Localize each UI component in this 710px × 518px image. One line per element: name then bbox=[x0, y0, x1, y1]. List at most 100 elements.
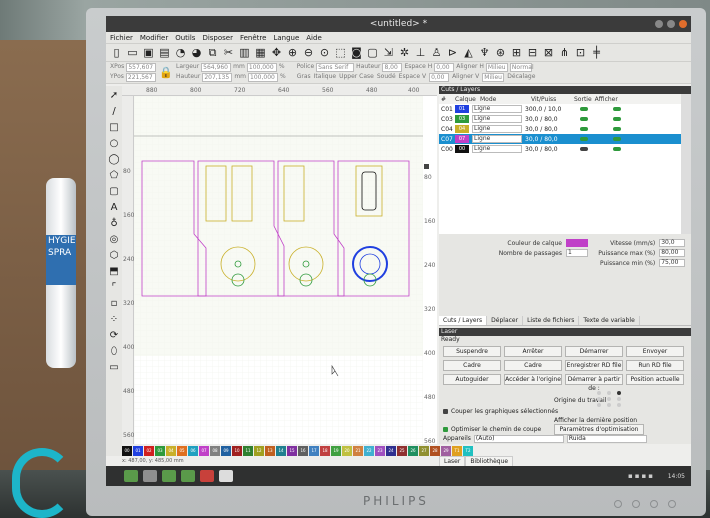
move-icon[interactable]: ✥ bbox=[270, 46, 283, 59]
speed-field[interactable]: 30,0 bbox=[659, 239, 685, 247]
redo-icon[interactable]: ◕ bbox=[190, 46, 203, 59]
width-field[interactable]: 564,960 bbox=[201, 63, 232, 72]
new-icon[interactable]: ▯ bbox=[110, 46, 123, 59]
palette-swatch[interactable]: 25 bbox=[397, 446, 407, 456]
send-button[interactable]: Envoyer bbox=[626, 346, 684, 357]
menu-outils[interactable]: Outils bbox=[175, 34, 195, 42]
zoom-fit-icon[interactable]: ⊙ bbox=[318, 46, 331, 59]
origin-dot[interactable] bbox=[617, 403, 621, 407]
layer-mode-select[interactable]: Ligne bbox=[472, 105, 522, 113]
tab-deplacer[interactable]: Déplacer bbox=[487, 316, 524, 325]
go-origin-button[interactable]: Accéder à l'origine bbox=[504, 374, 562, 385]
paste-icon[interactable]: ▥ bbox=[238, 46, 251, 59]
palette-swatch[interactable]: 14 bbox=[276, 446, 286, 456]
select-arrow-icon[interactable]: ➚ bbox=[108, 90, 120, 102]
palette-swatch[interactable]: T1 bbox=[452, 446, 462, 456]
autoguide-button[interactable]: Autoguider bbox=[443, 374, 501, 385]
palette-swatch[interactable]: 02 bbox=[144, 446, 154, 456]
grid-icon[interactable]: ⊞ bbox=[510, 46, 523, 59]
send-icon[interactable]: ⇲ bbox=[382, 46, 395, 59]
delete-icon[interactable]: ▦ bbox=[254, 46, 267, 59]
palette-swatch[interactable]: 05 bbox=[177, 446, 187, 456]
frame-button[interactable]: Cadre bbox=[443, 360, 501, 371]
stop-button[interactable]: Arrêter bbox=[504, 346, 562, 357]
origin-dot-selected[interactable] bbox=[617, 391, 621, 395]
show-toggle[interactable] bbox=[613, 107, 621, 111]
show-toggle[interactable] bbox=[613, 117, 621, 121]
minimize-button[interactable] bbox=[655, 20, 663, 28]
palette-swatch[interactable]: 21 bbox=[353, 446, 363, 456]
palette-swatch[interactable]: 07 bbox=[199, 446, 209, 456]
width-pct-field[interactable]: 100,000 bbox=[246, 63, 277, 72]
show-last-label[interactable]: Afficher la dernière position bbox=[554, 417, 637, 424]
origin-dot[interactable] bbox=[597, 397, 601, 401]
align-icon[interactable]: ⊥ bbox=[414, 46, 427, 59]
option-gras[interactable]: Gras bbox=[297, 73, 311, 82]
valign-select[interactable]: Milieu bbox=[482, 73, 505, 82]
palette-swatch[interactable]: T2 bbox=[463, 446, 473, 456]
height-field[interactable]: 207,135 bbox=[202, 73, 233, 82]
palette-swatch[interactable]: 28 bbox=[430, 446, 440, 456]
circular-array-icon[interactable]: ⟳ bbox=[108, 330, 120, 342]
tab-texte-variable[interactable]: Texte de variable bbox=[579, 316, 640, 325]
origin-dot[interactable] bbox=[597, 391, 601, 395]
tab-liste-fichiers[interactable]: Liste de fichiers bbox=[523, 316, 580, 325]
shape-a-icon[interactable]: ⬯ bbox=[108, 346, 120, 358]
origin-dot[interactable] bbox=[607, 391, 611, 395]
terminal-icon[interactable] bbox=[143, 470, 157, 482]
palette-swatch[interactable]: 06 bbox=[188, 446, 198, 456]
save-icon[interactable]: ▣ bbox=[142, 46, 155, 59]
palette-swatch[interactable]: 17 bbox=[309, 446, 319, 456]
zoom-frame-icon[interactable]: ⬚ bbox=[334, 46, 347, 59]
boolean-icon[interactable]: ⊡ bbox=[574, 46, 587, 59]
mirror-icon[interactable]: ◭ bbox=[462, 46, 475, 59]
monitor-button[interactable] bbox=[632, 500, 640, 508]
passes-field[interactable]: 1 bbox=[565, 249, 588, 257]
palette-swatch[interactable]: 27 bbox=[419, 446, 429, 456]
start-button[interactable]: Démarrer bbox=[565, 346, 623, 357]
normal-select[interactable]: Normal bbox=[509, 63, 534, 72]
origin-dot[interactable] bbox=[607, 403, 611, 407]
cut-selected-row[interactable]: Couper les graphiques sélectionnés bbox=[443, 407, 687, 416]
palette-swatch[interactable]: 12 bbox=[254, 446, 264, 456]
pause-button[interactable]: Suspendre bbox=[443, 346, 501, 357]
cut-icon[interactable]: ✂ bbox=[222, 46, 235, 59]
settings-icon[interactable]: ✲ bbox=[398, 46, 411, 59]
hspace-field[interactable]: 0,00 bbox=[434, 63, 455, 72]
palette-swatch[interactable]: 10 bbox=[232, 446, 242, 456]
pen-icon[interactable]: / bbox=[108, 106, 120, 118]
shape-b-icon[interactable]: ▭ bbox=[108, 362, 120, 374]
layer-row[interactable]: C04 04 Ligne 30,0 / 80,0 bbox=[439, 124, 681, 134]
undo-icon[interactable]: ◔ bbox=[174, 46, 187, 59]
tab-cuts-layers[interactable]: Cuts / Layers bbox=[439, 316, 488, 325]
target-icon[interactable]: ⊛ bbox=[494, 46, 507, 59]
camera-icon[interactable]: ◙ bbox=[350, 46, 363, 59]
palette-swatch[interactable]: 26 bbox=[408, 446, 418, 456]
origin-selector[interactable] bbox=[597, 391, 625, 407]
rectangle-icon[interactable]: □ bbox=[108, 122, 120, 134]
layer-row[interactable]: C03 03 Ligne 30,0 / 80,0 bbox=[439, 114, 681, 124]
layers-scrollbar[interactable] bbox=[681, 94, 691, 234]
show-toggle[interactable] bbox=[613, 147, 621, 151]
layer-row[interactable]: C00 00 Ligne 30,0 / 80,0 bbox=[439, 144, 681, 154]
output-toggle[interactable] bbox=[580, 107, 588, 111]
font-select[interactable]: Sans Serif bbox=[316, 63, 355, 72]
person-icon[interactable]: ♙ bbox=[430, 46, 443, 59]
palette-swatch[interactable]: 13 bbox=[265, 446, 275, 456]
layer-color-swatch[interactable] bbox=[565, 239, 588, 247]
lock-icon[interactable]: 🔒 bbox=[159, 66, 173, 79]
devices-select[interactable]: (Auto) bbox=[473, 434, 564, 443]
open-icon[interactable]: ▭ bbox=[126, 46, 139, 59]
optim-params-button[interactable]: Paramètres d'optimisation bbox=[554, 424, 644, 435]
design-canvas[interactable]: 880 800 720 640 560 480 400 80 160 240 3… bbox=[122, 86, 437, 445]
layer-mode-select[interactable]: Ligne bbox=[472, 115, 522, 123]
cut-selected-checkbox[interactable] bbox=[443, 409, 448, 414]
close-button[interactable] bbox=[679, 20, 687, 28]
palette-swatch[interactable]: 24 bbox=[386, 446, 396, 456]
output-toggle[interactable] bbox=[580, 147, 588, 151]
optimize-row[interactable]: Optimiser le chemin de coupe Paramètres … bbox=[443, 424, 687, 435]
layer-row-selected[interactable]: C07 07 Ligne 30,0 / 80,0 bbox=[439, 134, 681, 144]
monitor-button[interactable] bbox=[650, 500, 658, 508]
browser-icon[interactable] bbox=[200, 470, 214, 482]
palette-swatch[interactable]: 29 bbox=[441, 446, 451, 456]
